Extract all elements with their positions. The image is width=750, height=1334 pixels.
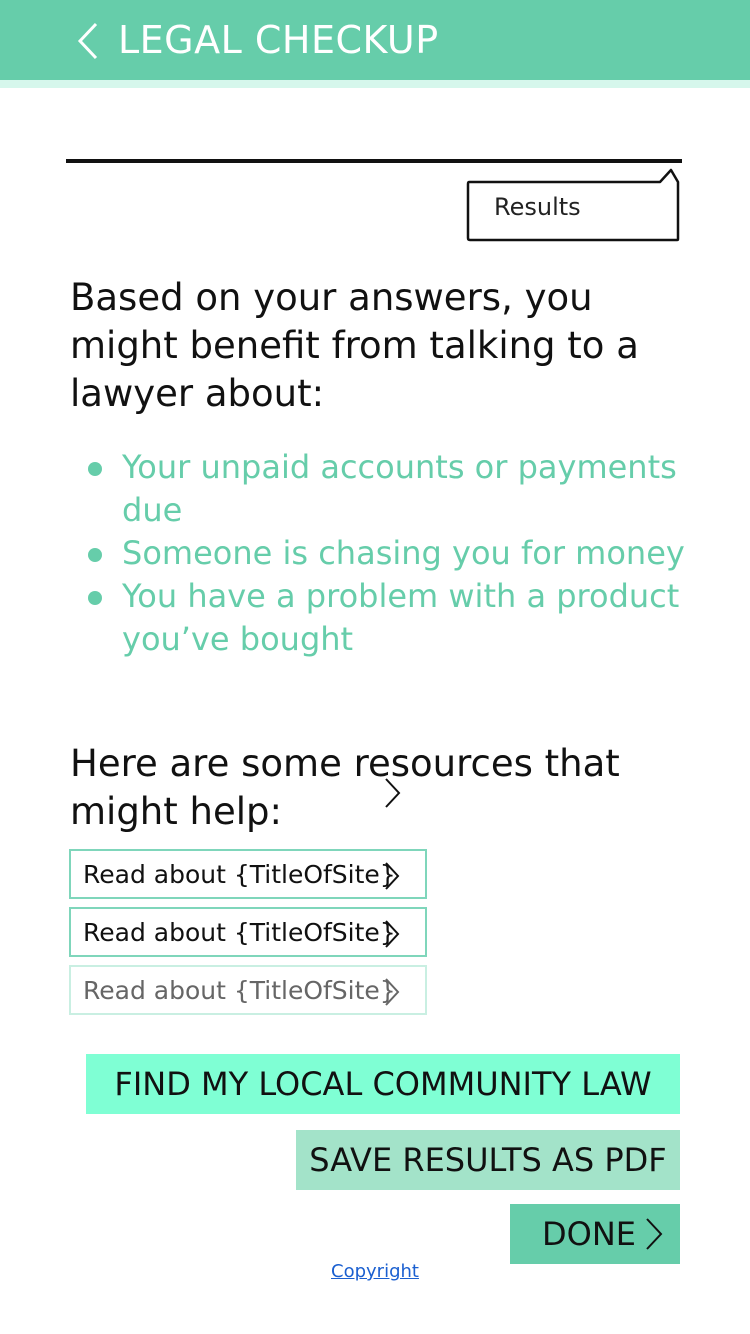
page-title: LEGAL CHECKUP <box>118 18 439 62</box>
app-header: LEGAL CHECKUP <box>0 0 750 80</box>
resource-link-label: Read about {TitleOfSite} <box>83 918 396 947</box>
list-item: Someone is chasing you for money <box>82 532 702 575</box>
list-item: Your unpaid accounts or payments due <box>82 446 702 532</box>
done-button-label: DONE <box>542 1215 636 1253</box>
copyright-link[interactable]: Copyright <box>0 1259 750 1285</box>
bullet-icon <box>88 462 102 476</box>
resource-link-label: Read about {TitleOfSite} <box>83 976 396 1005</box>
chevron-right-icon <box>385 778 401 808</box>
resource-link-label: Read about {TitleOfSite} <box>83 860 396 889</box>
save-pdf-button[interactable]: SAVE RESULTS AS PDF <box>296 1130 680 1190</box>
chevron-left-icon <box>77 22 98 60</box>
results-intro: Based on your answers, you might benefit… <box>70 276 639 415</box>
list-item: You have a problem with a product you’ve… <box>82 575 702 661</box>
find-community-law-button[interactable]: FIND MY LOCAL COMMUNITY LAW <box>86 1054 680 1114</box>
done-button[interactable]: DONE <box>510 1204 680 1264</box>
header-divider <box>0 80 750 88</box>
resource-link-3[interactable]: Read about {TitleOfSite} <box>69 965 427 1015</box>
progress-bar <box>66 159 682 163</box>
chevron-right-icon <box>385 862 400 890</box>
issues-list: Your unpaid accounts or payments due Som… <box>82 446 702 661</box>
chevron-right-icon <box>385 920 400 948</box>
resource-link-1[interactable]: Read about {TitleOfSite} <box>69 849 427 899</box>
issue-text: Someone is chasing you for money <box>122 534 685 572</box>
chevron-right-icon <box>385 978 400 1006</box>
back-button[interactable] <box>70 18 110 64</box>
bullet-icon <box>88 591 102 605</box>
results-step-tag: Results <box>466 168 680 242</box>
issue-text: Your unpaid accounts or payments due <box>122 448 677 529</box>
chevron-right-icon <box>646 1218 663 1250</box>
issue-text: You have a problem with a product you’ve… <box>122 577 680 658</box>
bullet-icon <box>88 548 102 562</box>
resources-heading: Here are some resources that might help: <box>70 742 620 833</box>
resource-link-2[interactable]: Read about {TitleOfSite} <box>69 907 427 957</box>
results-step-label: Results <box>494 193 581 221</box>
